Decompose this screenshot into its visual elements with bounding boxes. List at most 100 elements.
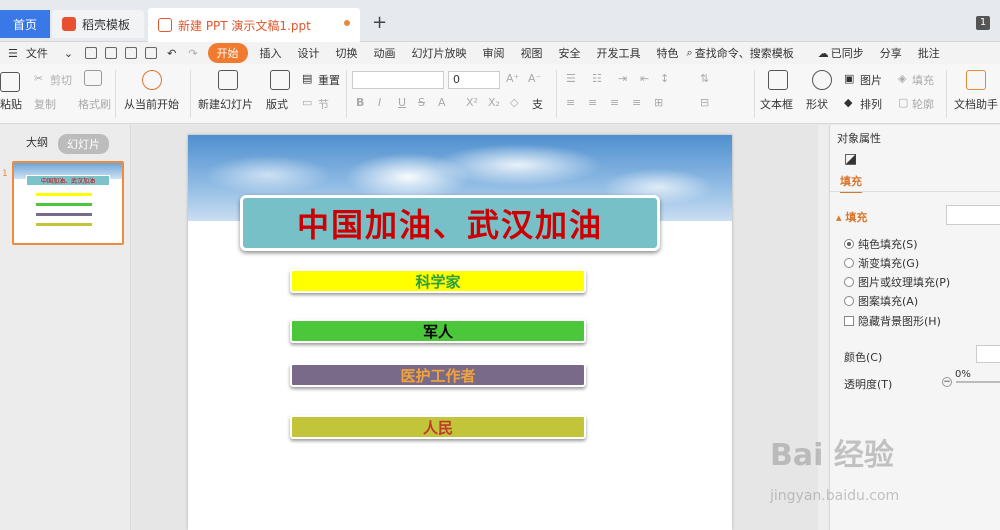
minus-icon[interactable]: −	[942, 377, 952, 387]
from-current-button[interactable]: 从当前开始	[124, 96, 179, 112]
slide-title[interactable]: 中国加油、武汉加油	[240, 195, 660, 251]
radio-picture-fill[interactable]: 图片或纹理填充(P)	[844, 274, 950, 290]
indent-icon[interactable]: ⇥	[618, 72, 627, 85]
fill-button[interactable]: 填充	[912, 72, 934, 88]
shape-button[interactable]: 形状	[806, 96, 828, 112]
outline-button[interactable]: 轮廓	[912, 96, 934, 112]
sync-status[interactable]: 已同步	[831, 45, 872, 61]
tab-home[interactable]: 首页	[0, 10, 50, 38]
align-center-icon[interactable]: ≡	[588, 96, 597, 109]
reset-icon[interactable]: ▤	[302, 72, 312, 85]
format-painter-button[interactable]: 格式刷	[78, 96, 111, 112]
radio-pattern-fill[interactable]: 图案填充(A)	[844, 293, 918, 309]
menu-security[interactable]: 安全	[551, 45, 589, 61]
layout-icon[interactable]	[270, 70, 290, 90]
menu-design[interactable]: 设计	[290, 45, 328, 61]
hide-background-checkbox[interactable]: 隐藏背景图形(H)	[844, 313, 941, 329]
section-icon[interactable]: ▭	[302, 96, 312, 109]
panel-header[interactable]: 对象属性	[837, 130, 881, 146]
textbox-button[interactable]: 文本框	[760, 96, 793, 112]
menu-developer[interactable]: 开发工具	[589, 45, 649, 61]
menu-animation[interactable]: 动画	[366, 45, 404, 61]
decrease-font-icon[interactable]: A⁻	[528, 72, 541, 85]
content-bar-scientists[interactable]: 科学家	[290, 269, 586, 293]
copy-button[interactable]: 复制	[34, 96, 56, 112]
paste-icon[interactable]	[0, 72, 20, 92]
picture-button[interactable]: 图片	[860, 72, 882, 88]
new-tab-plus-icon[interactable]: +	[372, 12, 387, 33]
menu-start[interactable]: 开始	[207, 43, 248, 63]
redo-icon[interactable]: ↷	[182, 47, 203, 60]
format-painter-icon[interactable]	[84, 70, 102, 86]
fill-preset-box[interactable]	[946, 205, 1000, 225]
menu-slideshow[interactable]: 幻灯片放映	[404, 45, 475, 61]
underline-icon[interactable]: U	[398, 96, 406, 109]
columns-icon[interactable]: ⊞	[654, 96, 663, 109]
italic-icon[interactable]: I	[378, 96, 381, 109]
color-picker[interactable]	[976, 345, 1000, 363]
search-command-box[interactable]: 查找命令、搜索模板	[695, 45, 802, 61]
content-bar-soldiers[interactable]: 军人	[290, 319, 586, 343]
menu-insert[interactable]: 插入	[252, 45, 290, 61]
menu-features[interactable]: 特色	[649, 45, 681, 61]
share-button[interactable]: 分享	[872, 45, 910, 61]
slide-thumbnail-1[interactable]: 中国加油、武汉加油	[12, 161, 124, 245]
radio-solid-fill[interactable]: 纯色填充(S)	[844, 236, 918, 252]
undo-icon[interactable]: ↶	[161, 47, 182, 60]
window-count-badge[interactable]: 1	[976, 16, 990, 30]
scissors-icon[interactable]: ✂	[34, 72, 43, 85]
slide-canvas[interactable]: 中国加油、武汉加油 科学家 军人 医护工作者 人民	[188, 135, 732, 530]
print-icon[interactable]	[125, 47, 138, 59]
superscript-icon[interactable]: X²	[466, 96, 478, 109]
outline-icon[interactable]: ▢	[898, 96, 908, 109]
fill-bucket-icon[interactable]: ◪	[844, 151, 857, 167]
numbering-icon[interactable]: ☷	[592, 72, 602, 85]
fill-icon[interactable]: ◈	[898, 72, 906, 85]
cut-button[interactable]: 剪切	[50, 72, 72, 88]
justify-icon[interactable]: ≡	[632, 96, 641, 109]
textbox-icon[interactable]	[768, 70, 788, 90]
arrange-icon[interactable]: ◆	[844, 96, 852, 109]
hamburger-menu-icon[interactable]: ☰	[0, 47, 26, 60]
outdent-icon[interactable]: ⇤	[640, 72, 649, 85]
comment-button[interactable]: 批注	[910, 45, 948, 61]
subscript-icon[interactable]: X₂	[488, 96, 500, 109]
export-pdf-icon[interactable]	[105, 47, 118, 59]
menu-review[interactable]: 审阅	[475, 45, 513, 61]
align-right-icon[interactable]: ≡	[610, 96, 619, 109]
content-bar-medical-workers[interactable]: 医护工作者	[290, 363, 586, 387]
shape-icon[interactable]	[812, 70, 832, 90]
reset-button[interactable]: 重置	[318, 72, 340, 88]
picture-icon[interactable]: ▣	[844, 72, 854, 85]
save-icon[interactable]	[85, 47, 98, 59]
transparency-slider[interactable]	[956, 381, 1000, 383]
new-slide-button[interactable]: 新建幻灯片	[198, 96, 253, 112]
tab-fill[interactable]: 填充	[840, 173, 862, 193]
tab-document[interactable]: 新建 PPT 演示文稿1.ppt	[148, 8, 360, 42]
align-text-icon[interactable]: ⊟	[700, 96, 709, 109]
new-slide-icon[interactable]	[218, 70, 238, 90]
text-effect-icon[interactable]: 支	[532, 96, 543, 112]
font-family-select[interactable]	[352, 71, 444, 89]
align-left-icon[interactable]: ≡	[566, 96, 575, 109]
fill-section-toggle[interactable]: ▴ 填充	[836, 209, 867, 225]
font-size-select[interactable]: 0	[448, 71, 500, 89]
menu-file[interactable]: 文件	[26, 45, 56, 61]
arrange-button[interactable]: 排列	[860, 96, 882, 112]
text-direction-icon[interactable]: ⇅	[700, 72, 709, 85]
radio-gradient-fill[interactable]: 渐变填充(G)	[844, 255, 919, 271]
chevron-down-icon[interactable]: ⌄	[56, 47, 81, 60]
doc-helper-icon[interactable]	[966, 70, 986, 90]
layout-button[interactable]: 版式	[266, 96, 288, 112]
doc-helper-button[interactable]: 文档助手	[954, 96, 998, 112]
content-bar-people[interactable]: 人民	[290, 415, 586, 439]
tab-templates[interactable]: 稻壳模板	[52, 10, 144, 38]
strikethrough-icon[interactable]: S	[418, 96, 425, 109]
clear-format-icon[interactable]: ◇	[510, 96, 518, 109]
bold-icon[interactable]: B	[356, 96, 364, 109]
play-from-current-icon[interactable]	[142, 70, 162, 90]
menu-view[interactable]: 视图	[513, 45, 551, 61]
line-spacing-icon[interactable]: ↕	[660, 72, 669, 85]
section-button[interactable]: 节	[318, 96, 329, 112]
tab-outline[interactable]: 大纲	[26, 134, 48, 150]
